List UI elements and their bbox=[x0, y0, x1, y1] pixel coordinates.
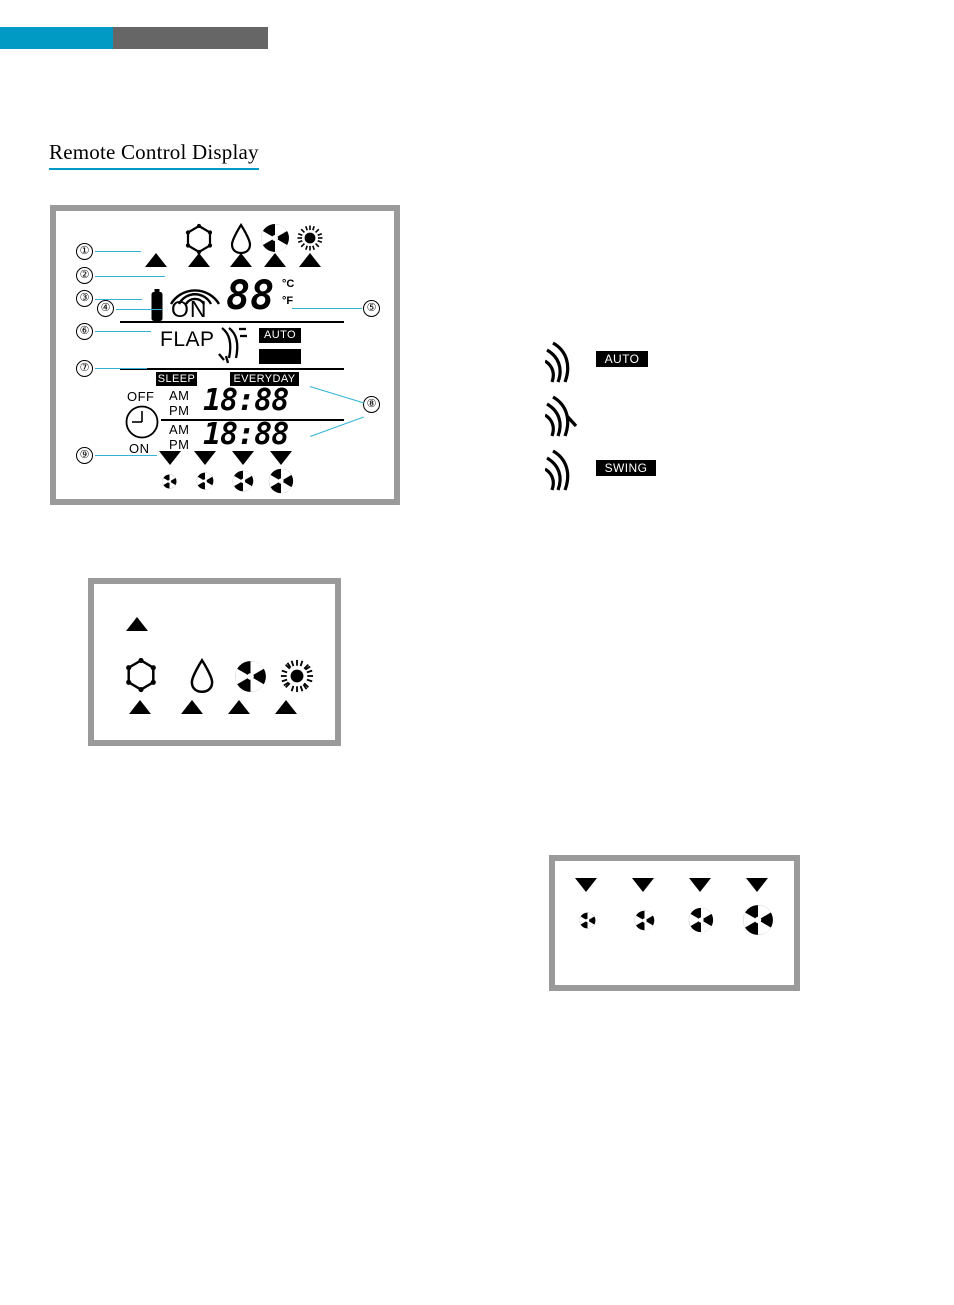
flap-label: FLAP bbox=[160, 328, 215, 351]
timer-on-am-label: AM bbox=[169, 422, 190, 437]
page-title: Remote Control Display bbox=[49, 140, 259, 170]
fan-speed-2-icon bbox=[196, 472, 214, 490]
timer-off-time: 18:88 bbox=[203, 383, 289, 418]
mode-pointer-triangle-cool bbox=[188, 253, 210, 267]
swing-legend-badge-auto: AUTO bbox=[596, 351, 648, 367]
swing-legend-badge-swing: SWING bbox=[596, 460, 656, 476]
fahrenheit-unit-label: °F bbox=[282, 295, 294, 307]
fan-speed-3-icon bbox=[232, 470, 254, 492]
temperature-value: 88 bbox=[226, 273, 275, 319]
clock-icon bbox=[125, 405, 159, 439]
auto-badge: AUTO bbox=[259, 328, 301, 343]
snowflake-icon bbox=[185, 223, 213, 255]
timer-on-label: ON bbox=[129, 441, 150, 456]
mode-pointer-triangle-heat bbox=[299, 253, 321, 267]
remote-display-diagram: ON 88 °C °F FLAP AUTO SLEEP EVERYDAY OFF… bbox=[50, 205, 400, 505]
timer-off-pm-label: PM bbox=[169, 403, 190, 418]
mode-legend-triangle-heat bbox=[275, 700, 297, 714]
mode-legend-triangle-cool bbox=[129, 700, 151, 714]
callout-4: ④ bbox=[97, 300, 114, 317]
fan-speed-1-icon bbox=[162, 474, 177, 489]
timer-on-pm-label: PM bbox=[169, 437, 190, 452]
battery-icon bbox=[151, 289, 163, 321]
fan-icon bbox=[235, 661, 266, 692]
swing-waves-icon bbox=[545, 449, 570, 491]
callout-5-leader bbox=[292, 308, 362, 309]
mode-legend-triangle-fan bbox=[228, 700, 250, 714]
callout-8: ⑧ bbox=[363, 396, 380, 413]
water-drop-icon bbox=[190, 658, 214, 693]
callout-1-leader bbox=[95, 251, 141, 252]
timer-on-time: 18:88 bbox=[203, 417, 289, 452]
swing-waves-icon bbox=[545, 395, 578, 437]
on-indicator-label: ON bbox=[171, 296, 208, 322]
sun-icon bbox=[280, 659, 314, 693]
callout-6: ⑥ bbox=[76, 323, 93, 340]
fan-speed-1-icon bbox=[579, 912, 596, 929]
fan-speed-3-icon bbox=[688, 907, 714, 933]
callout-6-leader bbox=[95, 331, 151, 332]
fan-icon bbox=[261, 224, 289, 252]
callout-4-leader bbox=[116, 309, 162, 310]
fan-legend-triangle-4 bbox=[746, 878, 768, 892]
callout-3: ③ bbox=[76, 290, 93, 307]
fan-legend-triangle-1 bbox=[575, 878, 597, 892]
fan-speed-legend-diagram bbox=[549, 855, 800, 991]
mode-legend-triangle-dry bbox=[181, 700, 203, 714]
callout-2-leader bbox=[95, 276, 165, 277]
callout-5: ⑤ bbox=[363, 300, 380, 317]
fan-speed-pointer-2 bbox=[194, 451, 216, 465]
celsius-unit-label: °C bbox=[282, 278, 295, 290]
swing-waves-icon bbox=[545, 341, 570, 383]
fan-speed-pointer-1 bbox=[159, 451, 181, 465]
mode-pointer-triangle-fan bbox=[264, 253, 286, 267]
callout-7: ⑦ bbox=[76, 360, 93, 377]
lcd-divider-top bbox=[120, 321, 344, 323]
callout-9-leader bbox=[95, 455, 157, 456]
swing-bar-indicator bbox=[259, 349, 301, 364]
fan-legend-triangle-2 bbox=[632, 878, 654, 892]
fan-legend-triangle-3 bbox=[689, 878, 711, 892]
fan-speed-4-icon bbox=[743, 905, 773, 935]
callout-7-leader bbox=[95, 368, 147, 369]
swing-waves-icon bbox=[218, 327, 247, 364]
callout-2: ② bbox=[76, 267, 93, 284]
callout-9: ⑨ bbox=[76, 447, 93, 464]
mode-pointer-triangle-dry bbox=[230, 253, 252, 267]
fan-speed-2-icon bbox=[634, 910, 655, 931]
callout-1: ① bbox=[76, 243, 93, 260]
mode-icons-legend-diagram bbox=[88, 578, 341, 746]
fan-speed-pointer-4 bbox=[270, 451, 292, 465]
auto-mode-pointer-triangle bbox=[126, 617, 148, 631]
snowflake-icon bbox=[126, 657, 156, 693]
sun-icon bbox=[297, 225, 323, 251]
timer-off-am-label: AM bbox=[169, 388, 190, 403]
lcd-divider-middle bbox=[120, 368, 344, 370]
header-accent-bar-gray bbox=[113, 27, 268, 49]
timer-off-label: OFF bbox=[127, 389, 155, 404]
header-accent-bar-cyan bbox=[0, 27, 113, 49]
sleep-badge: SLEEP bbox=[156, 372, 197, 386]
mode-pointer-triangle-auto bbox=[145, 253, 167, 267]
water-drop-icon bbox=[230, 223, 252, 255]
fan-speed-pointer-3 bbox=[232, 451, 254, 465]
fan-speed-4-icon bbox=[268, 468, 294, 494]
